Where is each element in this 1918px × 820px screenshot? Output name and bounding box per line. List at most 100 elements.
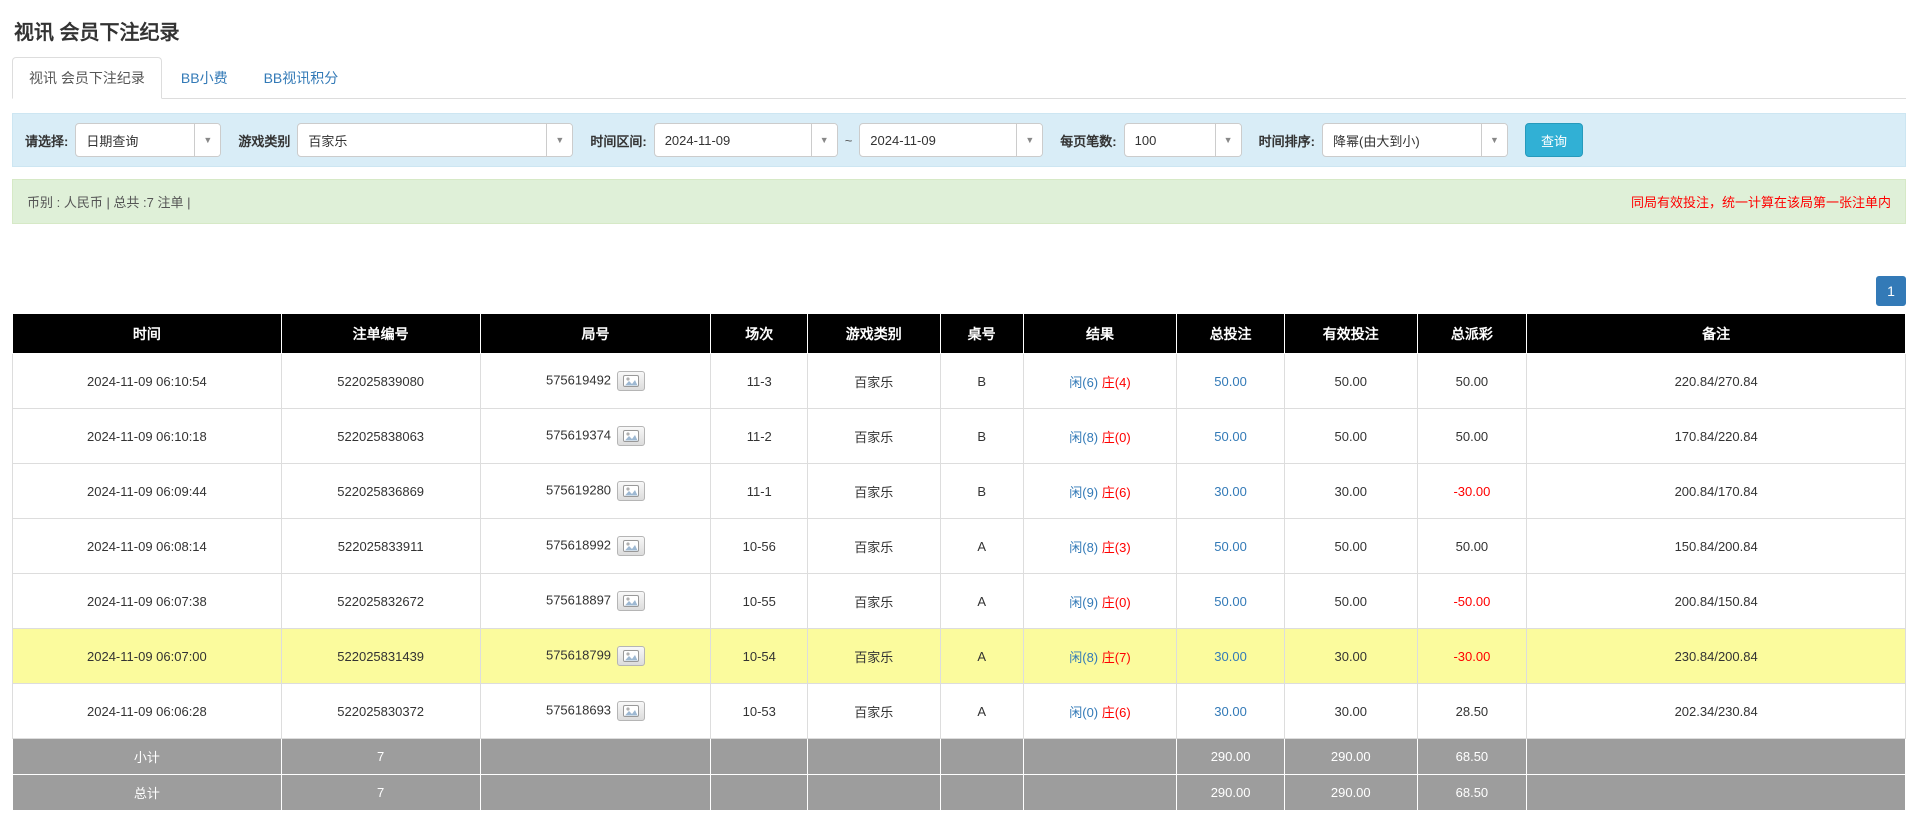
cell-bet-id: 522025830372 xyxy=(281,684,480,739)
summary-cell: 290.00 xyxy=(1285,775,1418,811)
tab-betting-records[interactable]: 视讯 会员下注纪录 xyxy=(12,57,162,99)
cell-total-bet: 50.00 xyxy=(1177,354,1285,409)
date-range-separator: ~ xyxy=(845,133,853,148)
chevron-down-icon: ▼ xyxy=(811,124,837,156)
result-player: 闲(9) xyxy=(1069,485,1098,500)
cell-session: 10-56 xyxy=(711,519,808,574)
video-replay-icon[interactable] xyxy=(617,481,645,501)
cell-round: 575619492 xyxy=(480,354,711,409)
summary-cell xyxy=(1023,739,1176,775)
cell-result: 闲(9) 庄(6) xyxy=(1023,464,1176,519)
table-row: 2024-11-09 06:10:54522025839080575619492… xyxy=(13,354,1906,409)
column-header: 总派彩 xyxy=(1417,314,1527,354)
cell-payout: 50.00 xyxy=(1417,409,1527,464)
summary-cell xyxy=(940,775,1023,811)
summary-cell: 290.00 xyxy=(1177,775,1285,811)
total-bet-link[interactable]: 50.00 xyxy=(1214,594,1247,609)
cell-round: 575618693 xyxy=(480,684,711,739)
currency-total-text: 币别 : 人民币 | 总共 :7 注单 | xyxy=(27,192,191,211)
summary-cell xyxy=(480,739,711,775)
column-header: 注单编号 xyxy=(281,314,480,354)
tab-bb-tips[interactable]: BB小费 xyxy=(164,57,245,99)
column-header: 游戏类别 xyxy=(808,314,941,354)
column-header: 场次 xyxy=(711,314,808,354)
summary-cell xyxy=(711,775,808,811)
chevron-down-icon: ▼ xyxy=(1016,124,1042,156)
cell-session: 10-54 xyxy=(711,629,808,684)
chevron-down-icon: ▼ xyxy=(1481,124,1507,156)
result-player: 闲(0) xyxy=(1069,705,1098,720)
video-replay-icon[interactable] xyxy=(617,371,645,391)
video-replay-icon[interactable] xyxy=(617,426,645,446)
video-replay-icon[interactable] xyxy=(617,646,645,666)
cell-valid-bet: 30.00 xyxy=(1285,629,1418,684)
summary-cell: 总计 xyxy=(13,775,282,811)
sort-order-label: 时间排序: xyxy=(1259,131,1315,150)
sort-order-select[interactable]: 降幂(由大到小) ▼ xyxy=(1322,123,1508,157)
cell-bet-id: 522025832672 xyxy=(281,574,480,629)
cell-table-no: B xyxy=(940,354,1023,409)
result-banker: 庄(6) xyxy=(1102,705,1131,720)
result-player: 闲(6) xyxy=(1069,375,1098,390)
cell-game: 百家乐 xyxy=(808,519,941,574)
chevron-down-icon: ▼ xyxy=(194,124,220,156)
search-button[interactable]: 查询 xyxy=(1525,123,1583,157)
cell-time: 2024-11-09 06:06:28 xyxy=(13,684,282,739)
page-size-select[interactable]: 100 ▼ xyxy=(1124,123,1242,157)
cell-result: 闲(8) 庄(7) xyxy=(1023,629,1176,684)
date-to-select[interactable]: 2024-11-09 ▼ xyxy=(859,123,1043,157)
query-type-label: 请选择: xyxy=(25,131,68,150)
summary-cell: 290.00 xyxy=(1177,739,1285,775)
cell-game: 百家乐 xyxy=(808,684,941,739)
main-content: 视讯 会员下注纪录 视讯 会员下注纪录 BB小费 BB视讯积分 请选择: 日期查… xyxy=(0,0,1918,811)
filter-bar: 请选择: 日期查询 ▼ 游戏类别 百家乐 ▼ 时间区间: 2024-11-09 … xyxy=(12,113,1906,167)
column-header: 结果 xyxy=(1023,314,1176,354)
video-replay-icon[interactable] xyxy=(617,536,645,556)
result-player: 闲(8) xyxy=(1069,540,1098,555)
cell-bet-id: 522025833911 xyxy=(281,519,480,574)
cell-note: 230.84/200.84 xyxy=(1527,629,1906,684)
summary-cell xyxy=(808,739,941,775)
cell-session: 11-3 xyxy=(711,354,808,409)
cell-bet-id: 522025838063 xyxy=(281,409,480,464)
cell-total-bet: 30.00 xyxy=(1177,684,1285,739)
page-title: 视讯 会员下注纪录 xyxy=(12,0,1906,55)
table-body: 2024-11-09 06:10:54522025839080575619492… xyxy=(13,354,1906,739)
chevron-down-icon: ▼ xyxy=(546,124,572,156)
result-player: 闲(8) xyxy=(1069,430,1098,445)
video-replay-icon[interactable] xyxy=(617,591,645,611)
cell-game: 百家乐 xyxy=(808,464,941,519)
video-replay-icon[interactable] xyxy=(617,701,645,721)
summary-cell: 68.50 xyxy=(1417,775,1527,811)
column-header: 桌号 xyxy=(940,314,1023,354)
cell-bet-id: 522025836869 xyxy=(281,464,480,519)
total-bet-link[interactable]: 50.00 xyxy=(1214,374,1247,389)
total-bet-link[interactable]: 30.00 xyxy=(1214,484,1247,499)
cell-time: 2024-11-09 06:07:00 xyxy=(13,629,282,684)
table-row: 2024-11-09 06:07:38522025832672575618897… xyxy=(13,574,1906,629)
date-type-select[interactable]: 日期查询 ▼ xyxy=(75,123,221,157)
cell-payout: 50.00 xyxy=(1417,354,1527,409)
page-1-button[interactable]: 1 xyxy=(1876,276,1906,306)
tab-bb-points[interactable]: BB视讯积分 xyxy=(247,57,356,99)
game-type-select[interactable]: 百家乐 ▼ xyxy=(297,123,573,157)
cell-round: 575618799 xyxy=(480,629,711,684)
total-bet-link[interactable]: 50.00 xyxy=(1214,539,1247,554)
result-banker: 庄(3) xyxy=(1102,540,1131,555)
cell-table-no: A xyxy=(940,574,1023,629)
summary-cell: 290.00 xyxy=(1285,739,1418,775)
cell-payout: -50.00 xyxy=(1417,574,1527,629)
table-row: 2024-11-09 06:10:18522025838063575619374… xyxy=(13,409,1906,464)
cell-session: 10-53 xyxy=(711,684,808,739)
date-from-select[interactable]: 2024-11-09 ▼ xyxy=(654,123,838,157)
summary-cell: 7 xyxy=(281,775,480,811)
pagination: 1 xyxy=(12,276,1906,306)
column-header: 总投注 xyxy=(1177,314,1285,354)
cell-payout: -30.00 xyxy=(1417,464,1527,519)
total-bet-link[interactable]: 30.00 xyxy=(1214,649,1247,664)
total-bet-link[interactable]: 30.00 xyxy=(1214,704,1247,719)
cell-session: 11-1 xyxy=(711,464,808,519)
summary-cell xyxy=(808,775,941,811)
total-bet-link[interactable]: 50.00 xyxy=(1214,429,1247,444)
cell-table-no: B xyxy=(940,464,1023,519)
